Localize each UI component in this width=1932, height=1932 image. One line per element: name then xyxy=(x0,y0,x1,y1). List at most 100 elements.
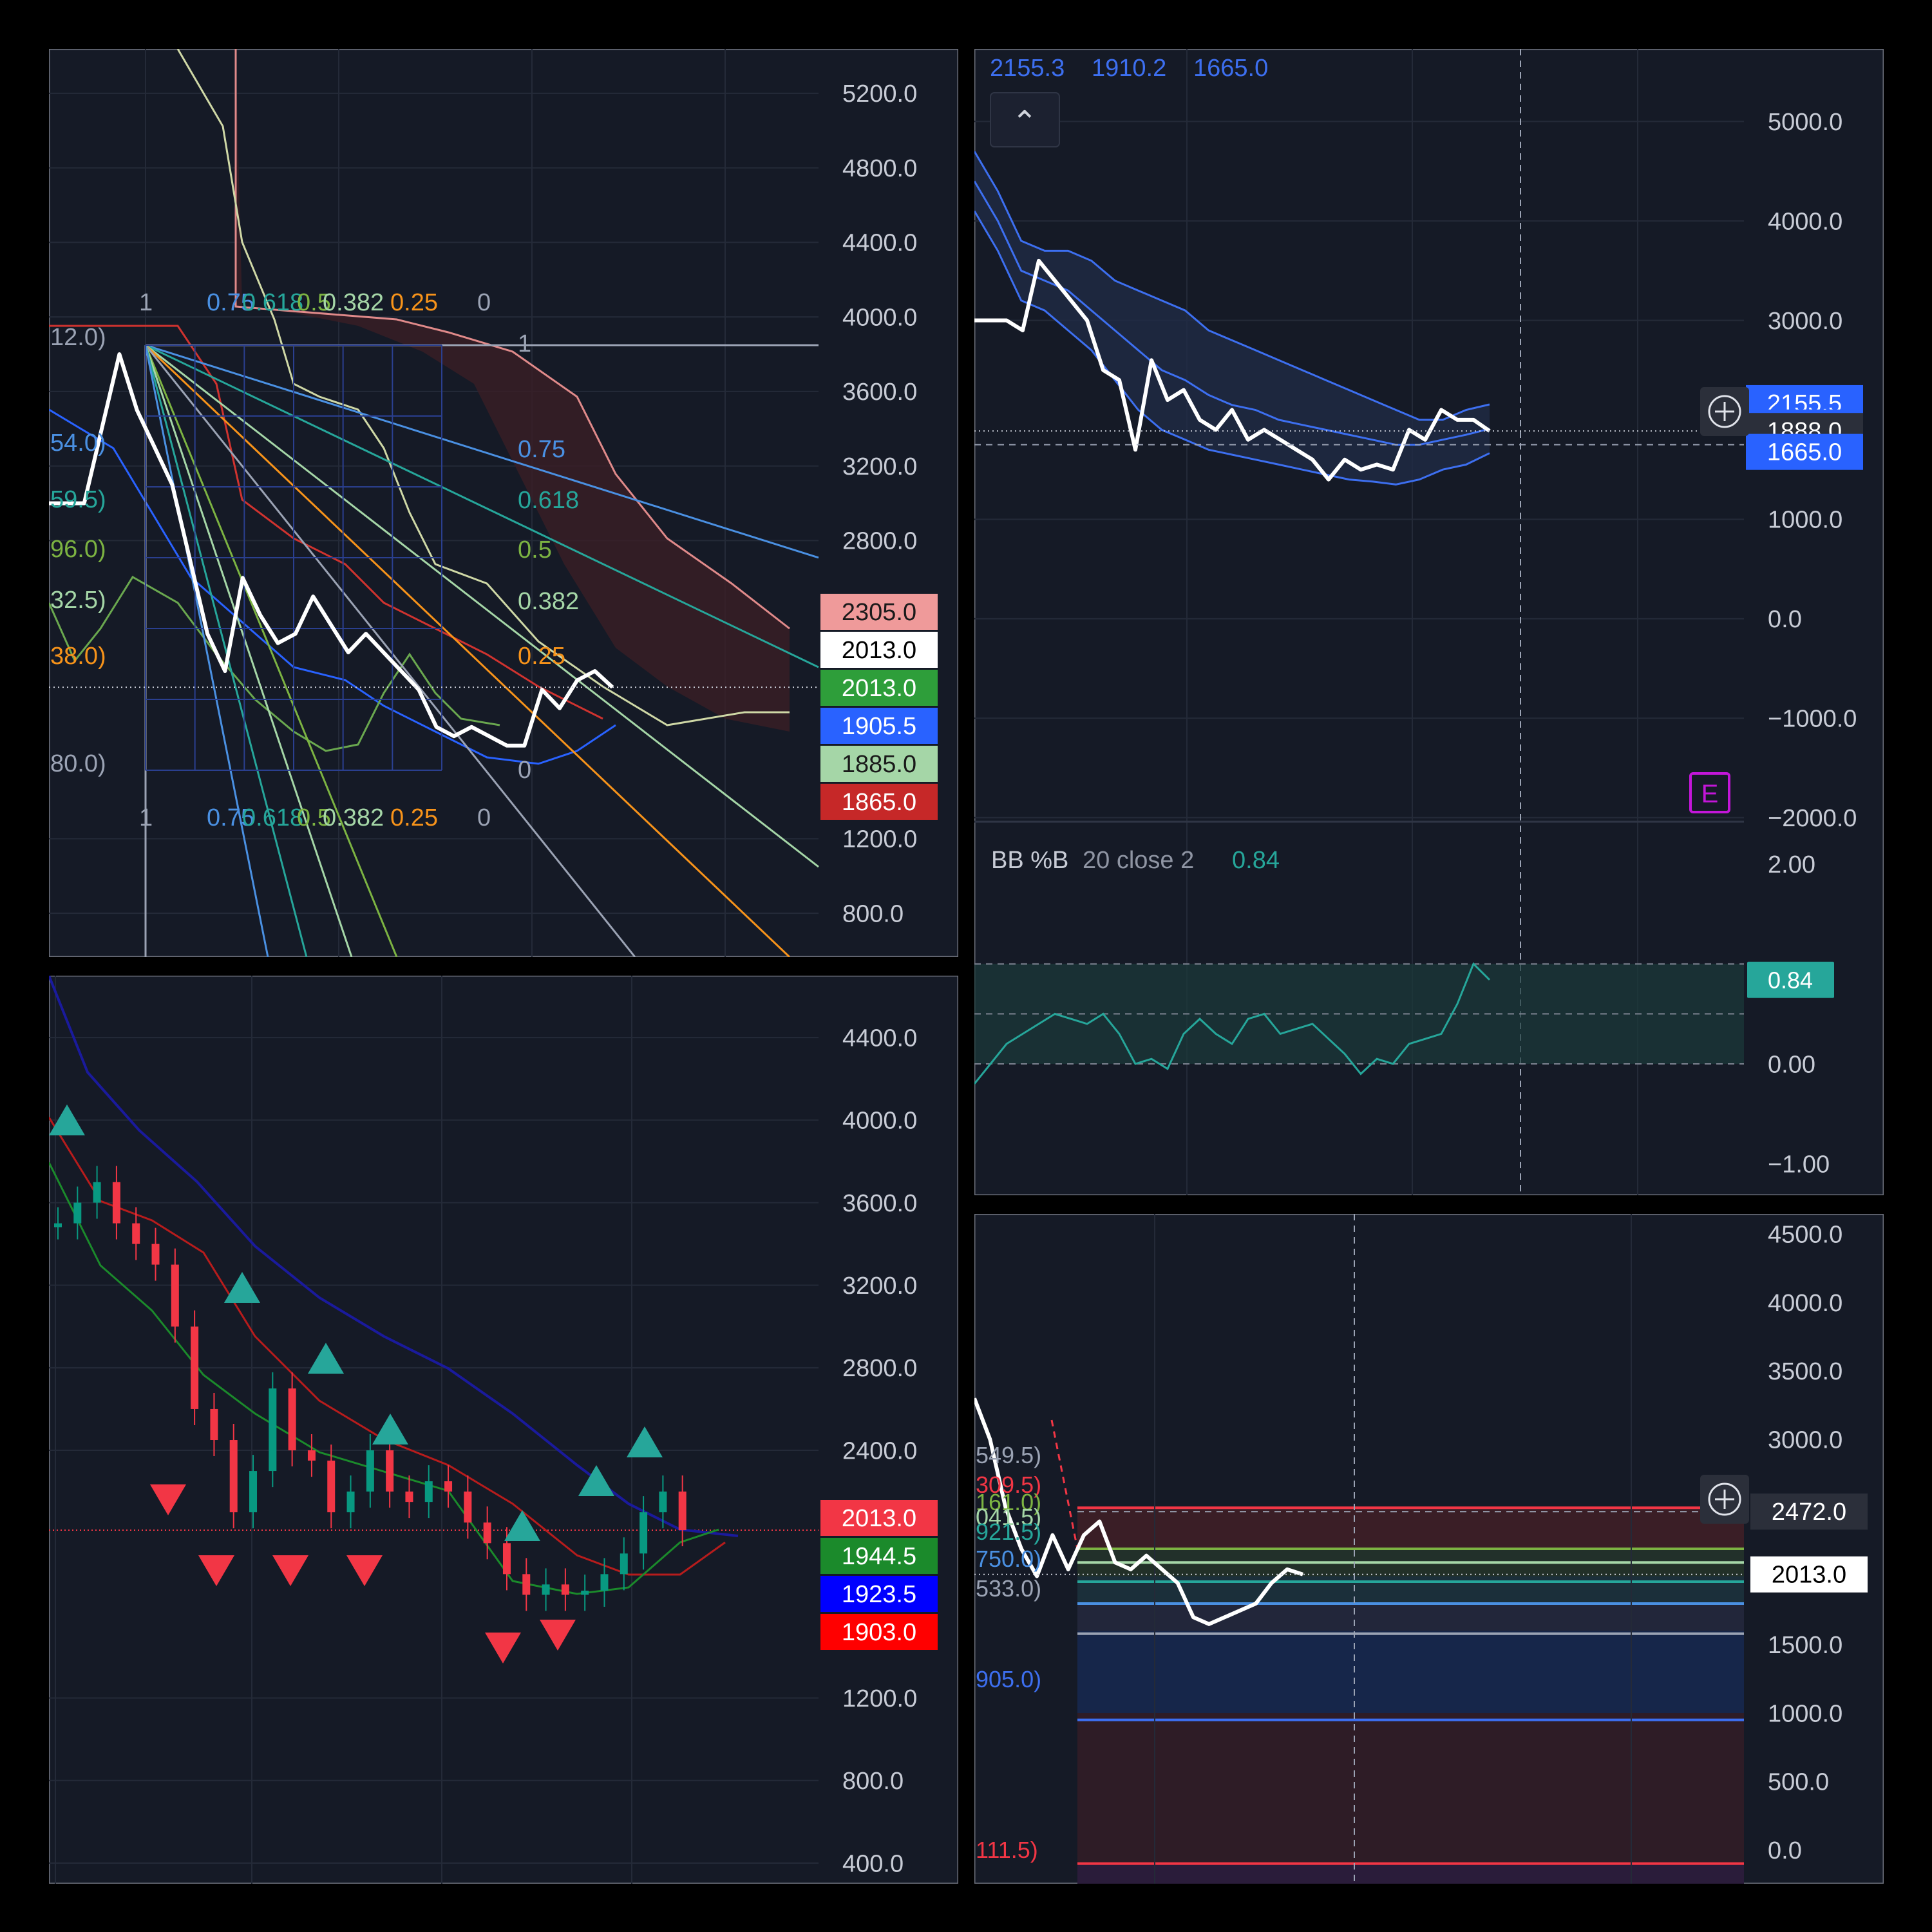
legend-bb-basis: 1910.2 xyxy=(1092,55,1166,82)
axis-tick-label: 5200.0 xyxy=(842,80,917,108)
fib-level-label: 80.0) xyxy=(50,750,106,777)
collapse-legend-button[interactable]: ⌃ xyxy=(990,92,1060,147)
axis-tick-label: 800.0 xyxy=(842,1768,904,1795)
candle-body xyxy=(327,1461,336,1513)
candle-body xyxy=(678,1492,687,1531)
candle-body xyxy=(229,1440,238,1513)
axis-tick-label: 3200.0 xyxy=(842,1273,917,1300)
price-tag-label: 2305.0 xyxy=(842,599,916,626)
candle-body xyxy=(600,1574,609,1591)
axis-tick-label: 4500.0 xyxy=(1768,1222,1842,1249)
candle-body xyxy=(288,1388,296,1451)
price-tag-label: 2013.0 xyxy=(842,637,916,664)
axis-tick-label: 1000.0 xyxy=(1768,507,1842,534)
candle-body xyxy=(424,1481,433,1502)
price-tag-label: 1944.5 xyxy=(842,1543,916,1570)
fib-zone xyxy=(1077,1604,1744,1631)
axis-tick-label: 4000.0 xyxy=(842,304,917,331)
fib-level-label: 38.0) xyxy=(50,643,106,670)
axis-tick-label: −1000.0 xyxy=(1768,706,1857,733)
axis-tick-label: 4000.0 xyxy=(842,1108,917,1135)
fib-level-label: 533.0) xyxy=(976,1575,1041,1602)
candle-body xyxy=(307,1450,316,1461)
fib-bottom-label: 0.25 xyxy=(390,804,438,831)
axis-tick-label: 800.0 xyxy=(842,900,904,927)
candle-body xyxy=(483,1522,491,1544)
fan-ratio-label: 0.25 xyxy=(518,643,565,670)
fib-zone xyxy=(1077,1508,1744,1549)
price-tag-label: 1923.5 xyxy=(842,1581,916,1608)
indicator-tag-label: 0.84 xyxy=(1768,967,1813,994)
axis-tick-label: 0.00 xyxy=(1768,1051,1815,1078)
crosshair-plus-icon[interactable] xyxy=(1700,1475,1749,1524)
chevron-up-icon: ⌃ xyxy=(1012,106,1037,140)
price-tag-label: 2472.0 xyxy=(1772,1499,1846,1526)
candle-body xyxy=(522,1574,531,1595)
panel-background xyxy=(49,976,958,1884)
candle-body xyxy=(54,1223,62,1227)
candle-body xyxy=(464,1492,472,1523)
price-tag-label: 1905.5 xyxy=(842,713,916,740)
fib-zone xyxy=(1077,1713,1744,1864)
fib-zones xyxy=(1077,1506,1744,1884)
fan-ratio-label: 0.75 xyxy=(518,436,565,463)
fib-zone xyxy=(1077,1549,1744,1563)
candle-body xyxy=(269,1388,277,1472)
fib-level-label: 96.0) xyxy=(50,536,106,563)
axis-tick-label: 4400.0 xyxy=(842,1025,917,1052)
fan-ratio-label: 0.618 xyxy=(518,487,579,514)
fib-bottom-label: 1 xyxy=(139,804,153,831)
fib-level-label: 54.0) xyxy=(50,430,106,457)
candle-body xyxy=(171,1264,179,1327)
fib-bottom-label: 0.618 xyxy=(242,804,303,831)
indicator-params: 20 close 2 xyxy=(1083,847,1194,874)
axis-tick-label: 3200.0 xyxy=(842,453,917,480)
fib-level-label: 12.0) xyxy=(50,324,106,351)
fan-ratio-label: 0.382 xyxy=(518,588,579,615)
candle-body xyxy=(386,1450,394,1492)
fib-top-label: 0.618 xyxy=(242,289,303,316)
candle-body xyxy=(561,1584,569,1595)
axis-tick-label: 2800.0 xyxy=(842,528,917,555)
axis-tick-label: 1200.0 xyxy=(842,826,917,853)
chart-candles-signals[interactable]: 4400.0 4000.0 3600.0 3200.0 2800.0 2400.0 1200… xyxy=(49,976,958,1884)
fib-level-label: 549.5) xyxy=(976,1442,1041,1468)
candle-body xyxy=(581,1590,589,1595)
candle-body xyxy=(93,1182,101,1203)
candle-body xyxy=(249,1471,258,1513)
candle-body xyxy=(620,1553,628,1575)
axis-tick-label: 500.0 xyxy=(1768,1769,1829,1796)
fan-ratio-label: 0 xyxy=(518,757,531,784)
axis-tick-label: 1200.0 xyxy=(842,1685,917,1712)
panel-background xyxy=(49,49,958,957)
axis-tick-label: −1.00 xyxy=(1768,1151,1830,1178)
axis-tick-label: 4400.0 xyxy=(842,230,917,257)
axis-tick-label: 5000.0 xyxy=(1768,109,1842,136)
legend-bb-upper: 2155.3 xyxy=(990,55,1065,82)
price-tag-label: 2013.0 xyxy=(842,675,916,702)
candle-body xyxy=(346,1492,355,1513)
axis-tick-label: 0.0 xyxy=(1768,606,1802,633)
chart-bollinger[interactable]: 5000.0 4000.0 3000.0 1000.0 0.0 −1000.0 −2000.… xyxy=(974,49,1884,1195)
candle-body xyxy=(542,1584,550,1595)
candle-body xyxy=(132,1223,140,1244)
axis-tick-label: 3000.0 xyxy=(1768,308,1842,335)
axis-tick-label: 1500.0 xyxy=(1768,1632,1842,1659)
crosshair-plus-icon[interactable] xyxy=(1700,387,1749,436)
svg-text:E: E xyxy=(1701,780,1719,808)
axis-tick-label: 1000.0 xyxy=(1768,1700,1842,1727)
candle-body xyxy=(502,1543,511,1575)
candle-body xyxy=(639,1512,648,1554)
chart-fib-fan[interactable]: 5200.0 4800.0 4400.0 4000.0 3600.0 3200.0 2800… xyxy=(49,49,958,957)
fib-level-label: 32.5) xyxy=(50,587,106,614)
axis-tick-label: 4800.0 xyxy=(842,155,917,182)
fib-level-label: 59.5) xyxy=(50,486,106,513)
price-tags: 2155.51910.01888.01665.0 xyxy=(1746,384,1863,470)
axis-tick-label: 2800.0 xyxy=(842,1355,917,1382)
axis-tick-label: 3500.0 xyxy=(1768,1358,1842,1385)
axis-tick-label: 3600.0 xyxy=(842,379,917,406)
candle-body xyxy=(366,1450,374,1492)
price-tag-label: 1903.0 xyxy=(842,1619,916,1646)
price-tag-label: 1885.0 xyxy=(842,751,916,778)
chart-fib-retracement[interactable]: 4500.0 4000.0 3500.0 3000.0 1500.0 1000.0 500.… xyxy=(974,1214,1884,1884)
